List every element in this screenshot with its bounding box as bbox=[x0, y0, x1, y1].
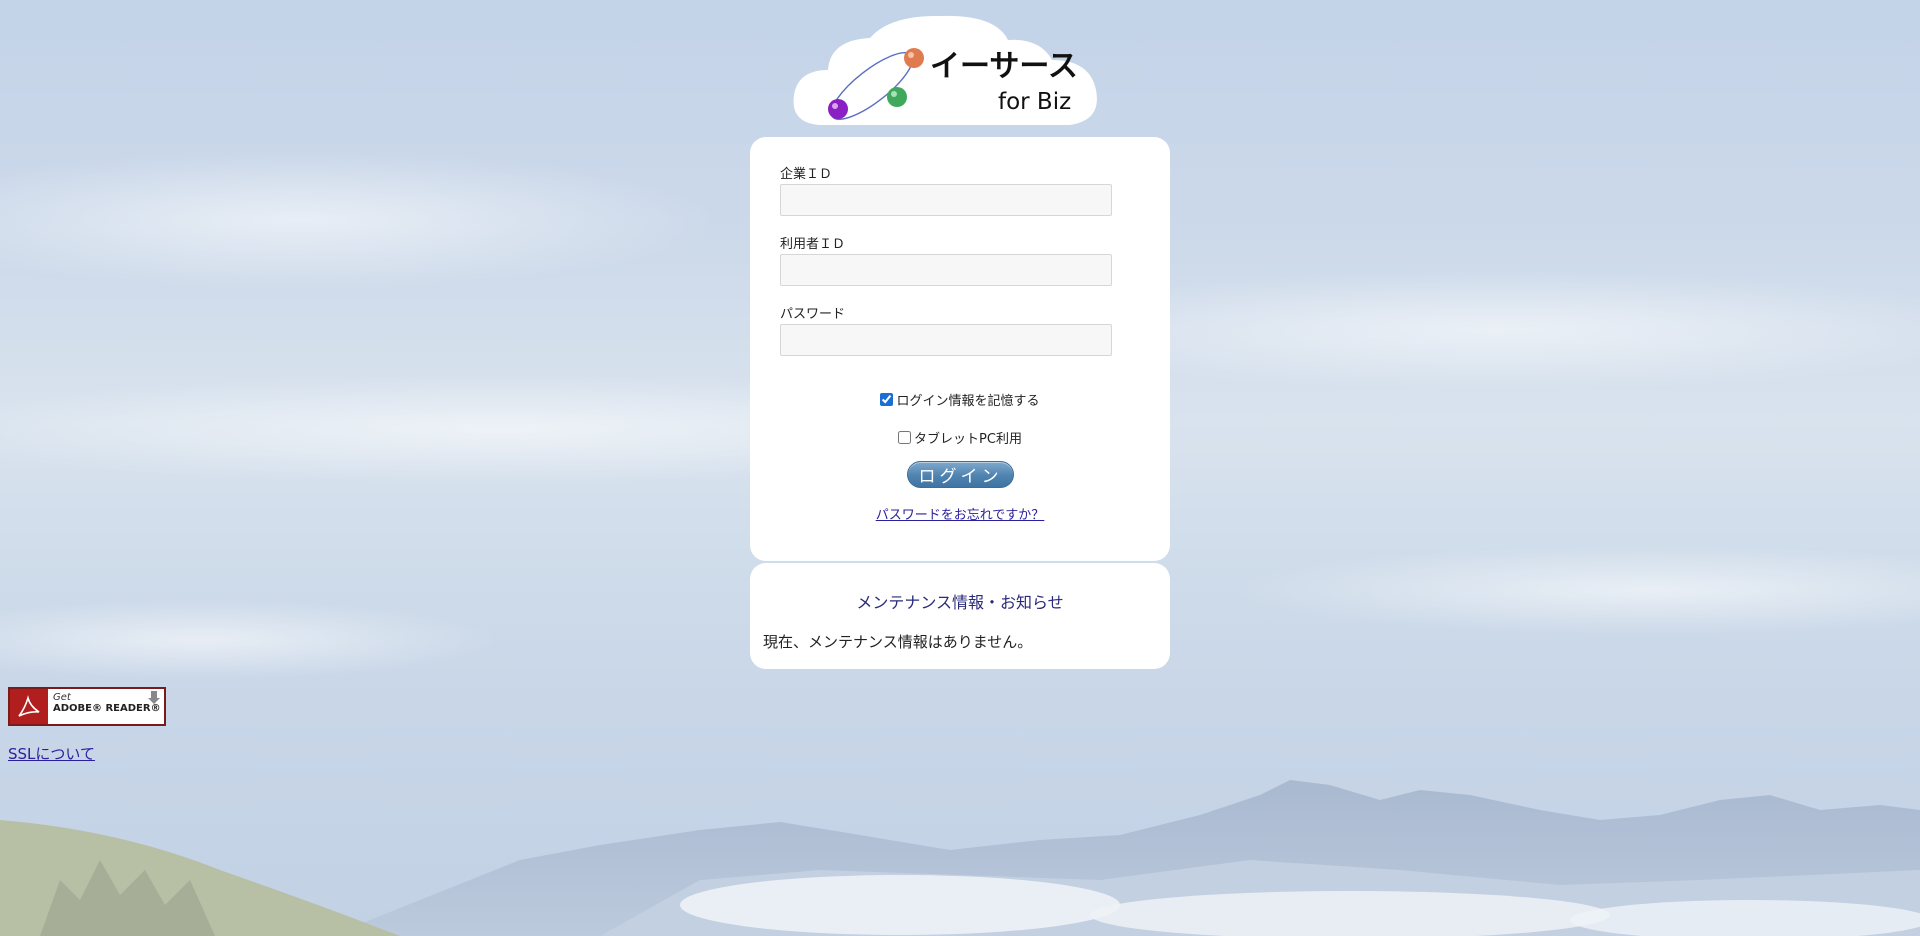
company-id-input[interactable] bbox=[780, 184, 1112, 216]
green-hill bbox=[0, 820, 400, 936]
logo: イーサース for Biz bbox=[790, 10, 1124, 136]
mountain-range bbox=[330, 780, 1920, 936]
remember-row: ログイン情報を記憶する bbox=[750, 390, 1170, 409]
user-id-input[interactable] bbox=[780, 254, 1112, 286]
info-message: 現在、メンテナンス情報はありません。 bbox=[763, 633, 1033, 651]
cloud-streak bbox=[0, 600, 500, 680]
forgot-password-link[interactable]: パスワードをお忘れですか？ bbox=[750, 504, 1170, 523]
ssl-info-link[interactable]: SSLについて bbox=[8, 743, 95, 764]
maintenance-info-panel: メンテナンス情報・お知らせ 現在、メンテナンス情報はありません。 bbox=[750, 563, 1170, 669]
cloud-streak bbox=[0, 150, 720, 290]
adobe-get-label: Get bbox=[53, 692, 71, 703]
password-label: パスワード bbox=[780, 307, 846, 322]
company-id-label: 企業ＩＤ bbox=[780, 167, 833, 182]
low-cloud bbox=[1090, 891, 1610, 936]
tree-line bbox=[40, 860, 215, 936]
password-input[interactable] bbox=[780, 324, 1112, 356]
mountain-range-far bbox=[600, 860, 1920, 936]
remember-checkbox[interactable] bbox=[880, 393, 894, 406]
tablet-checkbox[interactable] bbox=[898, 431, 912, 444]
adobe-reader-label: ADOBE® READER® bbox=[53, 702, 161, 714]
low-cloud bbox=[1570, 900, 1920, 936]
acrobat-icon bbox=[10, 689, 48, 724]
adobe-text: Get ADOBE® READER® bbox=[48, 689, 161, 724]
adobe-reader-badge[interactable]: Get ADOBE® READER® bbox=[8, 687, 166, 726]
info-title: メンテナンス情報・お知らせ bbox=[856, 593, 1064, 612]
cloud-logo-icon: イーサース for Biz bbox=[793, 15, 1097, 125]
tablet-row: タブレットPC利用 bbox=[750, 428, 1170, 447]
low-cloud bbox=[680, 875, 1120, 935]
login-button[interactable]: ログイン bbox=[907, 461, 1014, 488]
cloud-streak bbox=[1230, 545, 1920, 635]
logo-title: イーサース bbox=[930, 49, 1078, 84]
login-panel: 企業ＩＤ 利用者ＩＤ パスワード ログイン情報を記憶する タブレットPC利用 ロ… bbox=[750, 137, 1170, 561]
user-id-label: 利用者ＩＤ bbox=[780, 237, 846, 252]
tablet-label[interactable]: タブレットPC利用 bbox=[914, 428, 1022, 447]
logo-subtitle: for Biz bbox=[998, 89, 1071, 115]
remember-label[interactable]: ログイン情報を記憶する bbox=[896, 390, 1039, 409]
download-arrow-icon bbox=[148, 691, 160, 704]
